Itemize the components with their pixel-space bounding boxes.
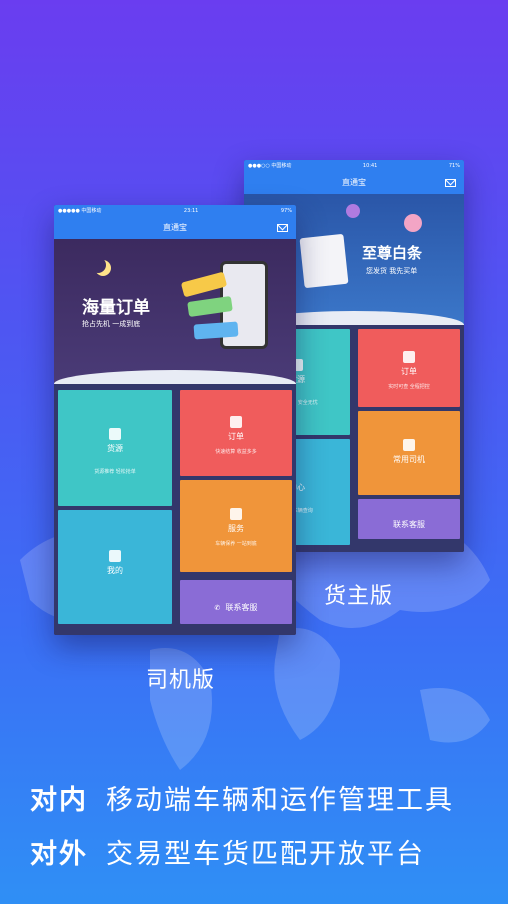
slogan-text: 移动端车辆和运作管理工具 <box>106 785 454 816</box>
banner-title: 海量订单 <box>82 298 150 318</box>
tile-label: 联系客服 <box>225 603 258 612</box>
tile-label: 联系客服 <box>393 520 425 529</box>
tile-desc: 车辆保养 一站到底 <box>215 541 257 547</box>
status-time: 10:41 <box>362 163 378 169</box>
tile-label: 订单 <box>228 432 244 441</box>
mail-icon[interactable] <box>445 179 456 187</box>
tile-desc: 货源推荐 轻松抢单 <box>94 469 136 475</box>
person-icon <box>403 439 415 451</box>
driver-phone-screenshot: ●●●●● 中国移动 23:11 97% 直通宝 海量订单 抢占先机 一成到底 … <box>54 205 296 635</box>
status-bar: ●●●●● 中国移动 23:11 97% <box>54 205 296 217</box>
tile-order[interactable]: 订单 实时可查 全程把控 <box>358 329 460 407</box>
mail-icon[interactable] <box>277 224 288 232</box>
banner-subtitle: 您发货 我先买单 <box>366 267 418 275</box>
status-carrier: ●●●●● 中国移动 <box>58 208 102 214</box>
driver-version-caption: 司机版 <box>146 668 216 693</box>
contact-service-button[interactable]: 联系客服 <box>358 499 460 539</box>
person-icon <box>109 550 121 562</box>
app-title: 直通宝 <box>163 223 187 232</box>
planet-icon <box>404 214 422 232</box>
status-battery: 97% <box>280 208 292 214</box>
person-icon <box>230 508 242 520</box>
tile-source[interactable]: 货源 货源推荐 轻松抢单 <box>58 390 172 506</box>
slogan-head: 对内 <box>30 785 88 816</box>
tile-grid: 货源 货源推荐 轻松抢单 我的 订单 快速结算 收益多多 服务 车辆保养 一站到… <box>54 384 296 635</box>
order-card-illustration <box>193 321 239 340</box>
phone-icon: ✆ <box>214 604 221 612</box>
banner-title: 至尊白条 <box>362 244 423 262</box>
tile-service[interactable]: 服务 车辆保养 一站到底 <box>180 480 292 572</box>
tile-label: 我的 <box>107 566 123 575</box>
moon-icon <box>90 257 106 273</box>
tile-label: 常用司机 <box>393 455 425 464</box>
nav-bar: 直通宝 <box>54 217 296 239</box>
slogan-internal: 对内 移动端车辆和运作管理工具 <box>30 778 454 817</box>
tile-desc: 实时可查 全程把控 <box>388 384 430 390</box>
tile-label: 订单 <box>401 367 417 376</box>
clipboard-icon <box>403 351 415 363</box>
planet-icon <box>346 204 360 218</box>
tile-label: 服务 <box>228 524 244 533</box>
status-carrier: ●●●○○ 中国移动 <box>248 163 292 169</box>
package-icon <box>109 428 121 440</box>
status-bar: ●●●○○ 中国移动 10:41 71% <box>244 160 464 172</box>
contact-service-button[interactable]: ✆ 联系客服 <box>180 580 292 624</box>
app-title: 直通宝 <box>342 178 366 187</box>
banner-subtitle: 抢占先机 一成到底 <box>82 320 141 328</box>
tile-label: 货源 <box>107 444 123 453</box>
slogan-text: 交易型车货匹配开放平台 <box>106 839 425 870</box>
promo-banner[interactable]: 海量订单 抢占先机 一成到底 <box>54 239 296 384</box>
cloud-decoration <box>54 370 296 384</box>
tile-order[interactable]: 订单 快速结算 收益多多 <box>180 390 292 476</box>
status-battery: 71% <box>448 163 460 169</box>
nav-bar: 直通宝 <box>244 172 464 194</box>
status-time: 23:11 <box>183 208 199 214</box>
slogan-external: 对外 交易型车货匹配开放平台 <box>30 832 425 871</box>
slogan-head: 对外 <box>30 839 88 870</box>
shipper-version-caption: 货主版 <box>324 584 394 609</box>
tile-desc: 快速结算 收益多多 <box>215 449 257 455</box>
document-illustration <box>299 233 349 289</box>
tile-mine[interactable]: 我的 <box>58 510 172 624</box>
tile-drivers[interactable]: 常用司机 <box>358 411 460 495</box>
clipboard-icon <box>230 416 242 428</box>
